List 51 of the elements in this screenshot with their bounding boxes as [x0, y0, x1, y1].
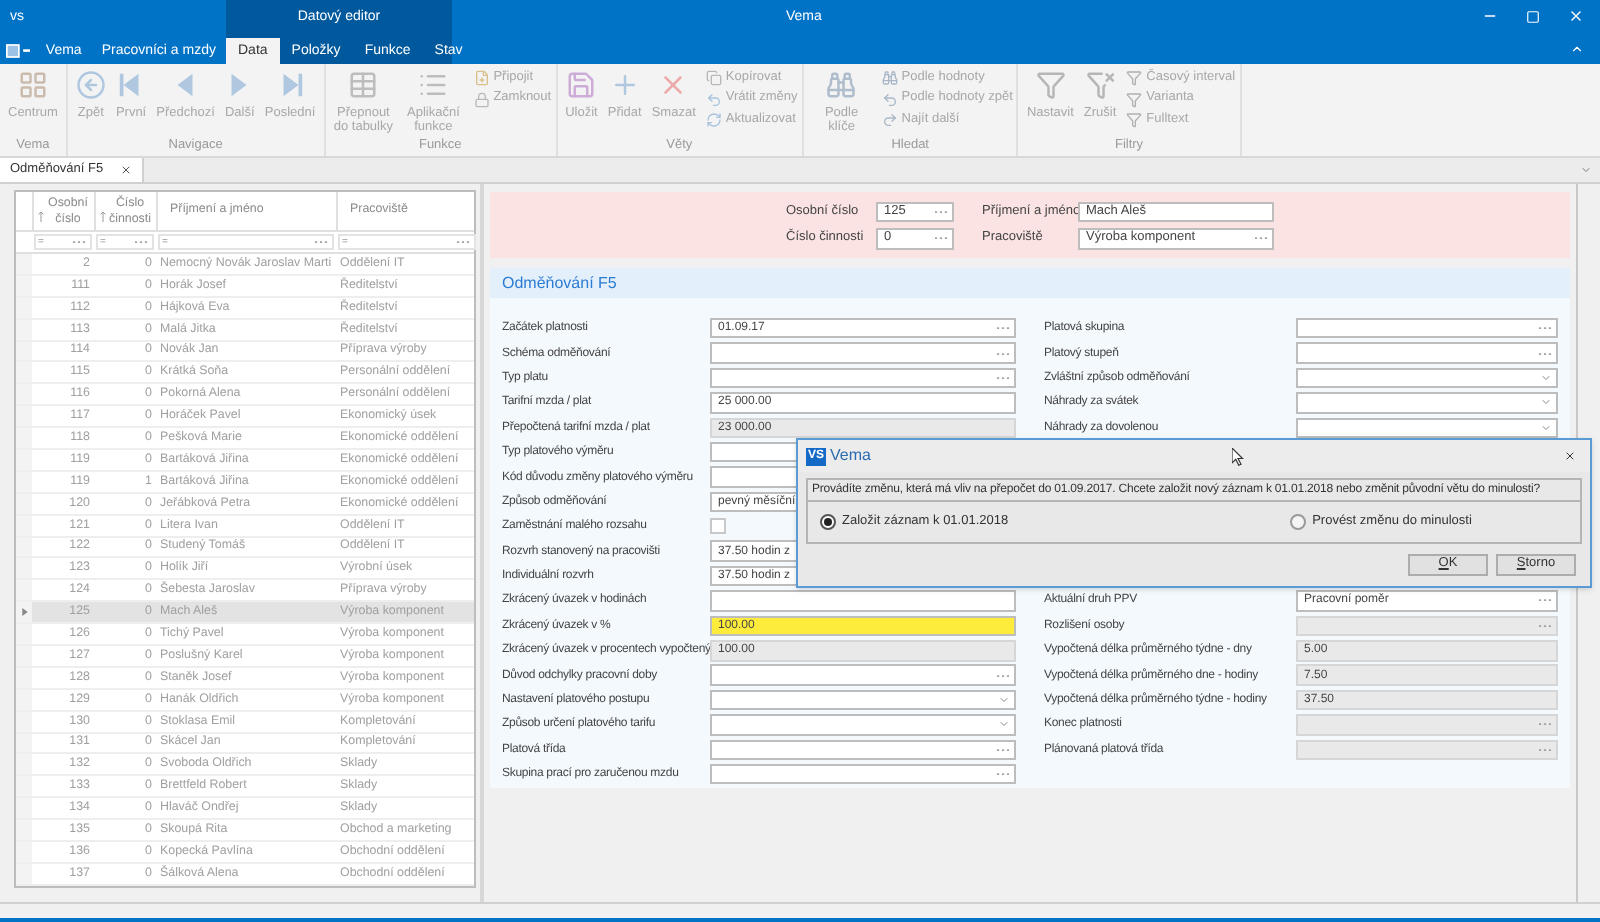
collapse-ribbon-icon[interactable] — [1570, 41, 1584, 55]
grid-icon — [17, 70, 48, 100]
input-field[interactable] — [710, 342, 1016, 364]
input-field[interactable] — [710, 763, 1016, 785]
filter-icon — [1126, 91, 1143, 107]
redo-icon — [881, 112, 898, 128]
input-field[interactable] — [1296, 739, 1558, 761]
filter-icon — [1035, 70, 1066, 100]
copy-icon — [705, 70, 722, 86]
binoculars-icon — [881, 70, 898, 86]
sort-icon — [100, 211, 106, 221]
input-field[interactable] — [710, 739, 1016, 761]
app-menu-icon — [5, 44, 30, 58]
lock-icon — [473, 91, 490, 107]
file-plus-icon — [473, 70, 490, 86]
input-field[interactable] — [1296, 342, 1558, 364]
row-pointer-icon — [21, 608, 27, 617]
plus-icon — [609, 70, 640, 100]
input-field[interactable] — [1296, 615, 1558, 637]
chevron-down-icon[interactable] — [1580, 164, 1592, 176]
undo-icon — [705, 91, 722, 107]
list-icon — [418, 70, 449, 100]
dropdown-field[interactable] — [1296, 392, 1558, 414]
refresh-icon — [705, 112, 722, 128]
restore-icon[interactable] — [1526, 9, 1540, 23]
input-field[interactable] — [1296, 317, 1558, 339]
input-field[interactable] — [710, 664, 1016, 686]
dropdown-field[interactable] — [1296, 417, 1558, 438]
filter-icon — [1126, 112, 1143, 128]
filter-icon — [1126, 70, 1143, 86]
dropdown-field[interactable] — [710, 714, 1016, 736]
dropdown-field[interactable] — [1296, 367, 1558, 389]
filter-clear-icon — [1085, 70, 1116, 100]
app-menu-button[interactable] — [0, 38, 36, 64]
input-field[interactable] — [1296, 714, 1558, 736]
input-field[interactable] — [710, 590, 1016, 612]
mouse-cursor-icon — [1232, 448, 1244, 466]
radio-button[interactable] — [820, 514, 836, 530]
binoculars-icon — [826, 70, 857, 100]
input-field[interactable] — [710, 367, 1016, 389]
close-icon[interactable] — [1564, 450, 1576, 462]
save-icon — [566, 70, 597, 100]
undo-icon — [881, 91, 898, 107]
section-title: Odměňování F5 — [502, 275, 617, 291]
radio-button[interactable] — [1290, 514, 1307, 530]
dropdown-field[interactable] — [710, 689, 1016, 711]
checkbox[interactable] — [710, 518, 726, 535]
dialog-title: Vema — [830, 448, 871, 464]
sort-icon — [38, 211, 44, 221]
table-icon — [348, 70, 379, 100]
close-icon[interactable] — [119, 164, 132, 176]
